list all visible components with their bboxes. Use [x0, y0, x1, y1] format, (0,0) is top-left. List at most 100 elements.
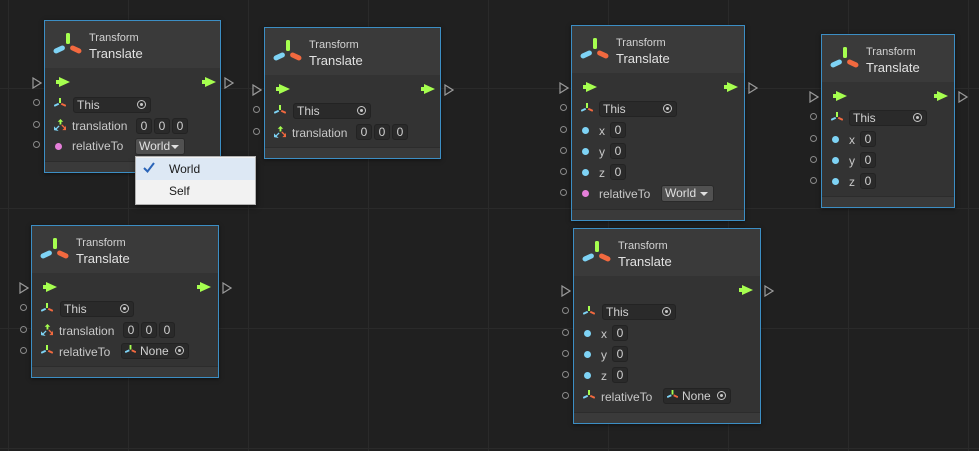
node-footer — [32, 366, 218, 377]
object-picker-icon[interactable] — [913, 113, 922, 122]
node-header[interactable]: Transform Translate — [45, 21, 220, 68]
x-field[interactable]: 0 — [860, 131, 876, 147]
input-port[interactable] — [33, 141, 40, 148]
input-port[interactable] — [20, 304, 27, 311]
flow-in-port-icon[interactable] — [19, 282, 29, 294]
flow-out-arrow-icon[interactable] — [197, 282, 211, 292]
node-header[interactable]: Transform Translate — [574, 229, 760, 276]
flow-out-port-icon[interactable] — [764, 285, 774, 297]
translate-node-5[interactable]: Transform Translate This translation 0 0… — [31, 225, 219, 378]
target-field[interactable]: This — [849, 110, 927, 126]
flow-out-port-icon[interactable] — [444, 84, 454, 96]
flow-out-port-icon[interactable] — [748, 82, 758, 94]
x-field[interactable]: 0 — [612, 325, 628, 341]
relative-to-field[interactable]: None — [121, 343, 189, 359]
input-port[interactable] — [20, 347, 27, 354]
input-port[interactable] — [810, 135, 817, 142]
flow-in-arrow-icon[interactable] — [43, 282, 57, 292]
node-header[interactable]: Transform Translate — [265, 28, 440, 75]
input-port[interactable] — [562, 350, 569, 357]
translation-x-field[interactable]: 0 — [123, 322, 139, 338]
translate-node-2[interactable]: Transform Translate This translation 0 0… — [264, 27, 441, 159]
z-field[interactable]: 0 — [860, 173, 876, 189]
y-field[interactable]: 0 — [612, 346, 628, 362]
flow-in-port-icon[interactable] — [559, 82, 569, 94]
translation-y-field[interactable]: 0 — [141, 322, 157, 338]
y-field[interactable]: 0 — [860, 152, 876, 168]
z-field[interactable]: 0 — [612, 367, 628, 383]
input-port[interactable] — [562, 371, 569, 378]
target-field[interactable]: This — [60, 301, 134, 317]
flow-out-arrow-icon[interactable] — [739, 285, 753, 295]
object-picker-icon[interactable] — [663, 104, 672, 113]
flow-out-arrow-icon[interactable] — [724, 82, 738, 92]
flow-in-port-icon[interactable] — [561, 285, 571, 297]
flow-in-arrow-icon[interactable] — [276, 84, 290, 94]
translate-node-4[interactable]: Transform Translate This x 0 y 0 z 0 — [821, 34, 955, 208]
input-port[interactable] — [810, 156, 817, 163]
flow-in-port-icon[interactable] — [809, 91, 819, 103]
input-port[interactable] — [33, 121, 40, 128]
object-picker-icon[interactable] — [137, 100, 146, 109]
relative-to-dropdown[interactable]: World — [661, 185, 714, 202]
translation-x-field[interactable]: 0 — [136, 118, 152, 134]
translation-y-field[interactable]: 0 — [374, 124, 390, 140]
relative-to-field[interactable]: None — [663, 388, 731, 404]
target-field[interactable]: This — [293, 103, 371, 119]
input-port[interactable] — [810, 113, 817, 120]
flow-in-arrow-icon[interactable] — [56, 77, 70, 87]
input-port[interactable] — [562, 307, 569, 314]
input-port[interactable] — [560, 147, 567, 154]
input-port[interactable] — [560, 126, 567, 133]
node-header[interactable]: Transform Translate — [32, 226, 218, 273]
object-picker-icon[interactable] — [357, 106, 366, 115]
translation-z-field[interactable]: 0 — [172, 118, 188, 134]
flow-out-arrow-icon[interactable] — [202, 77, 216, 87]
translate-node-6[interactable]: Transform Translate This x 0 y 0 z 0 rel… — [573, 228, 761, 424]
node-header[interactable]: Transform Translate — [572, 26, 744, 73]
translation-x-field[interactable]: 0 — [356, 124, 372, 140]
flow-out-arrow-icon[interactable] — [421, 84, 435, 94]
transform-mini-icon — [831, 112, 843, 121]
menu-item-self[interactable]: Self — [136, 180, 255, 202]
object-picker-icon[interactable] — [120, 304, 129, 313]
input-port[interactable] — [253, 128, 260, 135]
z-field[interactable]: 0 — [610, 164, 626, 180]
flow-out-arrow-icon[interactable] — [934, 91, 948, 101]
menu-item-world[interactable]: World — [136, 158, 255, 180]
flow-in-port-icon[interactable] — [32, 77, 42, 89]
node-title: Translate — [89, 46, 143, 61]
input-port[interactable] — [560, 104, 567, 111]
flow-out-port-icon[interactable] — [958, 91, 968, 103]
translate-node-3[interactable]: Transform Translate This x 0 y 0 z 0 rel… — [571, 25, 745, 221]
input-port[interactable] — [562, 329, 569, 336]
node-header[interactable]: Transform Translate — [822, 35, 954, 82]
target-field[interactable]: This — [599, 101, 677, 117]
node-footer — [572, 209, 744, 220]
flow-in-arrow-icon[interactable] — [833, 91, 847, 101]
input-port[interactable] — [810, 177, 817, 184]
input-port[interactable] — [20, 326, 27, 333]
flow-in-port-icon[interactable] — [252, 84, 262, 96]
object-picker-icon[interactable] — [662, 307, 671, 316]
translation-z-field[interactable]: 0 — [392, 124, 408, 140]
target-field[interactable]: This — [73, 97, 151, 113]
target-field[interactable]: This — [602, 304, 676, 320]
float-port-dot — [582, 169, 589, 176]
input-port[interactable] — [562, 392, 569, 399]
input-port[interactable] — [560, 168, 567, 175]
y-field[interactable]: 0 — [610, 143, 626, 159]
input-port[interactable] — [253, 106, 260, 113]
object-picker-icon[interactable] — [175, 346, 184, 355]
x-field[interactable]: 0 — [610, 122, 626, 138]
flow-in-arrow-icon[interactable] — [583, 82, 597, 92]
flow-out-port-icon[interactable] — [224, 77, 234, 89]
translation-z-field[interactable]: 0 — [159, 322, 175, 338]
input-port[interactable] — [560, 189, 567, 196]
flow-out-port-icon[interactable] — [222, 282, 232, 294]
relative-to-dropdown[interactable]: World — [135, 138, 185, 155]
translation-y-field[interactable]: 0 — [154, 118, 170, 134]
translate-node-1[interactable]: Transform Translate This translation 0 0… — [44, 20, 221, 173]
input-port[interactable] — [33, 99, 40, 106]
object-picker-icon[interactable] — [717, 391, 726, 400]
